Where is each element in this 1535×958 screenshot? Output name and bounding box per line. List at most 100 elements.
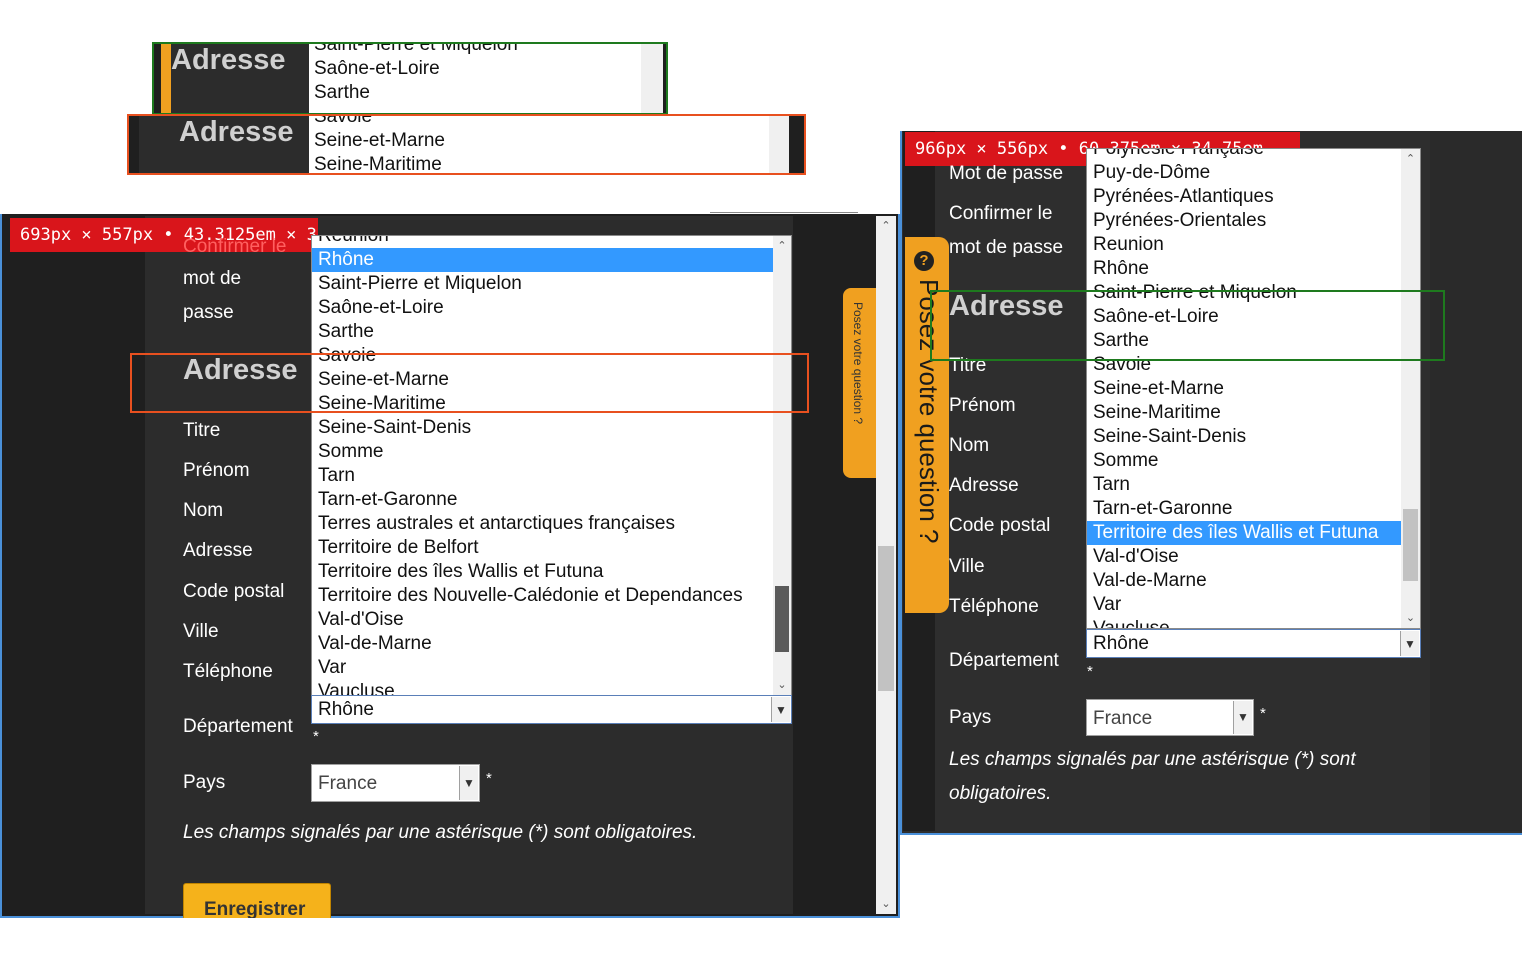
right-country-required-mark: * [1260,705,1266,722]
label-departement: Département [183,716,293,737]
listbox-option[interactable]: Somme [312,440,773,464]
highlight-box-orange-left [130,353,809,413]
left-required-note: Les champs signalés par une astérisque (… [183,822,698,843]
listbox-option[interactable]: Var [312,656,773,680]
list-scroll-up-icon[interactable]: ⌃ [773,238,791,254]
right-label-confirm-1: Confirmer le [949,203,1053,224]
right-label-telephone: Téléphone [949,596,1039,617]
highlight-box-orange-top [127,114,806,175]
right-country-select[interactable]: France ▼ [1086,699,1254,736]
label-pays: Pays [183,772,226,793]
listbox-option[interactable]: Puy-de-Dôme [1087,161,1401,185]
listbox-option[interactable]: Sarthe [312,320,773,344]
left-dept-required-mark: * [313,728,319,745]
listbox-option[interactable]: Vaucluse [312,680,773,695]
listbox-option[interactable]: Seine-et-Marne [1087,377,1401,401]
listbox-option[interactable]: Reunion [312,236,773,248]
label-confirm-cut: Confirmer le [183,236,287,257]
listbox-option[interactable]: Pyrénées-Orientales [1087,209,1401,233]
label-mot-de: mot de [183,268,242,289]
left-window-scroll-thumb[interactable] [878,546,894,691]
listbox-option[interactable]: Val-de-Marne [312,632,773,656]
listbox-option[interactable]: Terres australes et antarctiques françai… [312,512,773,536]
right-label-prenom: Prénom [949,395,1016,416]
highlight-box-green-right [930,290,1445,361]
chevron-down-icon[interactable]: ▼ [459,766,478,800]
label-telephone: Téléphone [183,661,273,682]
left-department-listbox[interactable]: Reunion Rhône Saint-Pierre et Miquelon Saôn… [311,235,774,696]
listbox-option[interactable]: Pyrénées-Atlantiques [1087,185,1401,209]
right-label-confirm-2: mot de passe [949,237,1064,258]
listbox-option[interactable]: Somme [1087,449,1401,473]
right-department-select[interactable]: Rhône ▼ [1086,629,1421,658]
listbox-option[interactable]: Seine-Saint-Denis [1087,425,1401,449]
label-titre: Titre [183,420,221,441]
right-label-departement: Département [949,650,1059,671]
listbox-option[interactable]: Vaucluse [1087,617,1401,628]
listbox-option[interactable]: Tarn-et-Garonne [1087,497,1401,521]
label-code-postal: Code postal [183,581,285,602]
listbox-option[interactable]: Territoire des îles Wallis et Futuna [1087,521,1401,545]
listbox-option[interactable]: Territoire de Belfort [312,536,773,560]
highlight-box-green-top [152,42,668,115]
listbox-option[interactable]: Territoire des Nouvelle-Calédonie et Dep… [312,584,773,608]
left-bottom-mask [0,918,904,958]
left-side-tab-text: Posez votre question ? [851,302,865,425]
right-required-note-2: obligatoires. [949,783,1052,804]
listbox-option[interactable]: Saône-et-Loire [312,296,773,320]
listbox-option[interactable]: Reunion [1087,233,1401,257]
label-prenom: Prénom [183,460,250,481]
listbox-option[interactable]: Tarn [312,464,773,488]
label-adresse: Adresse [183,540,253,561]
right-label-nom: Nom [949,435,990,456]
label-ville: Ville [183,621,219,642]
left-department-value: Rhône [318,699,374,720]
left-country-select[interactable]: France ▼ [311,764,480,802]
listbox-option[interactable]: Polynésie Française [1087,149,1401,161]
listbox-option[interactable]: Rhône [1087,257,1401,281]
right-label-ville: Ville [949,556,985,577]
chevron-down-icon[interactable]: ▼ [1233,701,1252,734]
chevron-down-icon[interactable]: ▼ [1400,631,1419,656]
right-department-listbox[interactable]: Polynésie Française Puy-de-Dôme Pyrénées-A… [1086,148,1402,629]
left-orange-side-tab[interactable]: Posez votre question ? [843,288,877,478]
chevron-down-icon[interactable]: ▼ [771,697,790,722]
listbox-option[interactable]: Val-de-Marne [1087,569,1401,593]
right-listbox-scroll-thumb[interactable] [1403,509,1418,581]
right-listbox-scrollbar[interactable]: ⌃ ⌄ [1401,148,1421,629]
scroll-down-icon[interactable]: ⌄ [876,896,896,912]
list-scroll-up-icon[interactable]: ⌃ [1401,151,1420,167]
left-window-topline [710,212,858,213]
listbox-option[interactable]: Var [1087,593,1401,617]
right-department-value: Rhône [1093,633,1149,654]
listbox-option[interactable]: Val-d'Oise [312,608,773,632]
left-listbox-scrollbar[interactable]: ⌃ ⌄ [773,235,792,696]
scroll-up-icon[interactable]: ⌃ [876,218,896,234]
right-label-mot-de-passe: Mot de passe [949,163,1064,184]
listbox-option[interactable]: Tarn-et-Garonne [312,488,773,512]
left-window-scrollbar[interactable]: ⌃ ⌄ [876,216,896,914]
left-country-value: France [318,773,378,794]
right-window-right-bg [1430,131,1522,831]
right-label-adresse: Adresse [949,475,1019,496]
listbox-option[interactable]: Tarn [1087,473,1401,497]
left-department-select[interactable]: Rhône ▼ [311,695,792,724]
left-listbox-scroll-thumb[interactable] [775,586,789,652]
right-label-pays: Pays [949,707,992,728]
list-scroll-down-icon[interactable]: ⌄ [1401,610,1420,626]
right-required-note-1: Les champs signalés par une astérisque (… [949,749,1356,770]
left-country-required-mark: * [486,770,492,787]
listbox-option[interactable]: Seine-Saint-Denis [312,416,773,440]
right-label-code-postal: Code postal [949,515,1051,536]
label-passe: passe [183,302,234,323]
listbox-option[interactable]: Seine-Maritime [1087,401,1401,425]
right-country-value: France [1093,708,1153,729]
listbox-option[interactable]: Territoire des îles Wallis et Futuna [312,560,773,584]
listbox-option[interactable]: Val-d'Oise [1087,545,1401,569]
label-nom: Nom [183,500,224,521]
help-icon: ? [914,251,934,271]
listbox-option[interactable]: Rhône [312,248,773,272]
listbox-option[interactable]: Saint-Pierre et Miquelon [312,272,773,296]
right-dept-required-mark: * [1087,663,1093,680]
list-scroll-down-icon[interactable]: ⌄ [773,677,791,693]
